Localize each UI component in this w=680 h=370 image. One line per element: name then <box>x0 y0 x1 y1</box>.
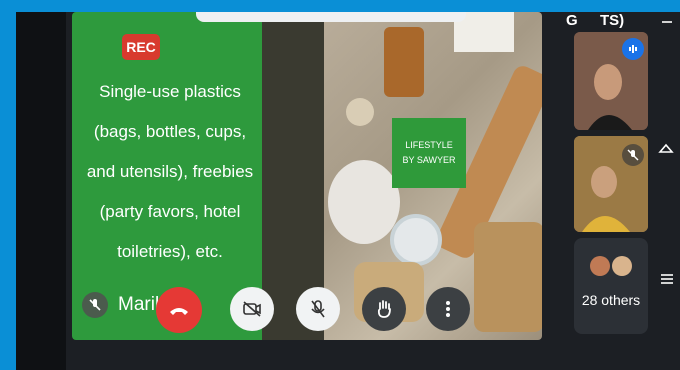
menu-icon[interactable] <box>660 270 674 291</box>
presenter-name-label: Maril <box>82 292 159 318</box>
badge-line: BY SAWYER <box>402 155 456 165</box>
more-options-button[interactable] <box>426 287 470 331</box>
left-edge <box>16 12 66 370</box>
recent-apps-icon[interactable] <box>660 12 674 33</box>
camera-off-icon <box>243 301 261 317</box>
microphone-off-icon <box>311 300 325 318</box>
participant-tile-2[interactable] <box>574 136 648 232</box>
slide-line: and utensils), freebies <box>86 162 254 181</box>
home-icon[interactable] <box>658 142 674 163</box>
phone-hangup-icon <box>170 308 188 315</box>
others-tile[interactable]: 28 others <box>574 238 648 334</box>
badge-line: LIFESTYLE <box>405 140 453 150</box>
more-vertical-icon <box>446 301 450 317</box>
meeting-screen: REC Single-use plastics (bags, bottles, … <box>16 12 680 370</box>
raise-hand-button[interactable] <box>362 287 406 331</box>
slide-text: Single-use plastics (bags, bottles, cups… <box>80 72 260 272</box>
status-left: G <box>566 12 578 29</box>
mic-off-icon <box>82 292 108 318</box>
status-right: TS) <box>600 12 625 29</box>
top-pill[interactable] <box>196 12 466 22</box>
speaking-indicator-icon <box>622 38 644 60</box>
slide-line: Single-use plastics <box>99 82 241 101</box>
participant-tile-1[interactable] <box>574 32 648 130</box>
others-avatars <box>574 256 648 276</box>
avatar <box>612 256 632 276</box>
presenter-name: Maril <box>118 294 160 315</box>
avatar <box>590 256 610 276</box>
mic-off-icon <box>622 144 644 166</box>
slide-line: toiletries), etc. <box>117 242 223 261</box>
camera-toggle-button[interactable] <box>230 287 274 331</box>
lifestyle-badge: LIFESTYLE BY SAWYER <box>392 118 466 188</box>
mic-toggle-button[interactable] <box>296 287 340 331</box>
hand-icon <box>377 300 391 318</box>
slide-line: (bags, bottles, cups, <box>93 122 247 141</box>
end-call-button[interactable] <box>156 287 202 333</box>
slide-line: (party favors, hotel <box>99 202 241 221</box>
rec-badge: REC <box>122 34 160 60</box>
others-count: 28 others <box>581 292 641 308</box>
